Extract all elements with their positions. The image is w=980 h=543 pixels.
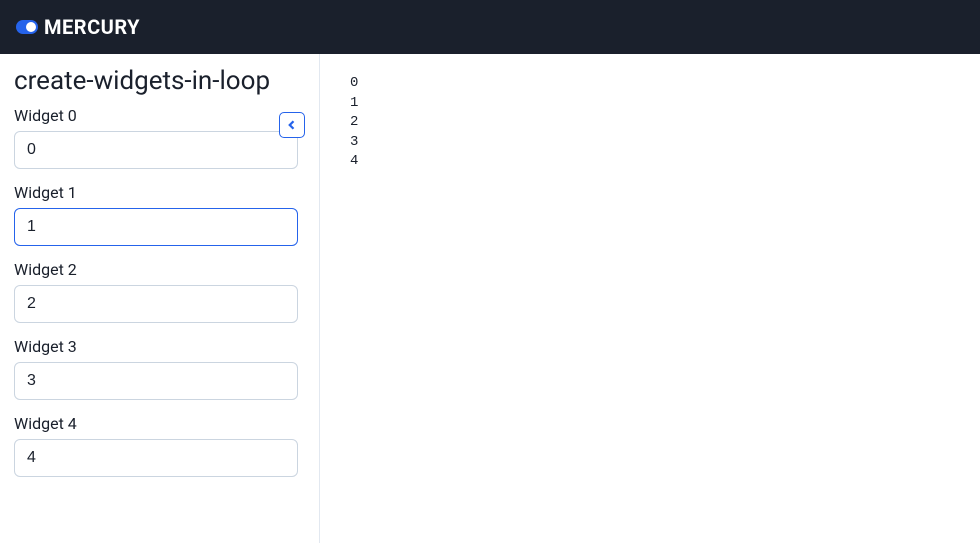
widget-group-0: Widget 0 [14, 106, 305, 169]
logo[interactable]: MERCURY [16, 15, 140, 39]
page-title: create-widgets-in-loop [14, 66, 305, 96]
widget-input-3[interactable] [14, 362, 298, 400]
chevron-left-icon [286, 119, 298, 131]
widget-label-4: Widget 4 [14, 414, 305, 433]
widget-group-2: Widget 2 [14, 260, 305, 323]
widget-input-1[interactable] [14, 208, 298, 246]
output-line-3: 3 [350, 133, 950, 153]
output-line-4: 4 [350, 152, 950, 172]
logo-text: MERCURY [44, 15, 140, 39]
widget-label-0: Widget 0 [14, 106, 305, 125]
widget-label-3: Widget 3 [14, 337, 305, 356]
output-panel: 01234 [320, 54, 980, 543]
output-line-1: 1 [350, 94, 950, 114]
collapse-sidebar-button[interactable] [279, 112, 305, 138]
widget-input-4[interactable] [14, 439, 298, 477]
widget-label-1: Widget 1 [14, 183, 305, 202]
widget-label-2: Widget 2 [14, 260, 305, 279]
output-line-2: 2 [350, 113, 950, 133]
widget-group-4: Widget 4 [14, 414, 305, 477]
widget-group-1: Widget 1 [14, 183, 305, 246]
widget-input-0[interactable] [14, 131, 298, 169]
sidebar: create-widgets-in-loop Widget 0 Widget 1 W… [0, 54, 320, 543]
widget-group-3: Widget 3 [14, 337, 305, 400]
widget-input-2[interactable] [14, 285, 298, 323]
output-line-0: 0 [350, 74, 950, 94]
app-header: MERCURY [0, 0, 980, 54]
logo-badge-icon [16, 20, 38, 34]
